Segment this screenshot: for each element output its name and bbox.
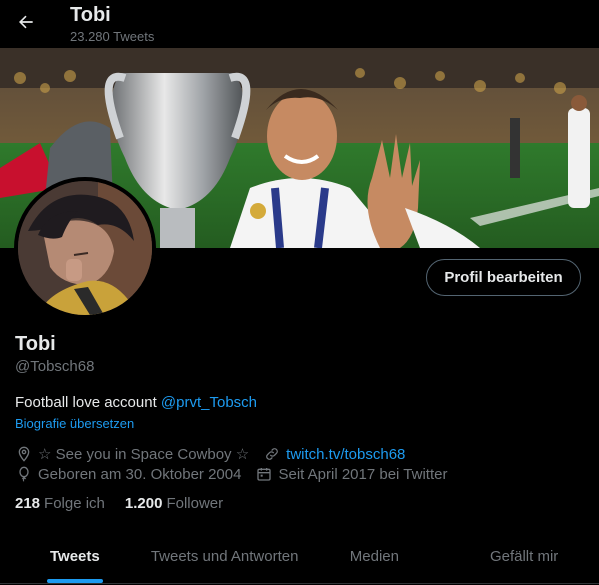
arrow-left-icon: [19, 15, 33, 29]
followers-link[interactable]: 1.200 Follower: [125, 495, 223, 512]
top-bar: Tobi 23.280 Tweets: [0, 0, 599, 48]
link-icon: [263, 445, 281, 463]
tab-media[interactable]: Medien: [300, 530, 450, 583]
tweet-count: 23.280 Tweets: [70, 29, 155, 44]
bio-mention-link[interactable]: @prvt_Tobsch: [161, 394, 257, 411]
website-link[interactable]: twitch.tv/tobsch68: [286, 446, 405, 463]
tab-tweets[interactable]: Tweets: [0, 530, 150, 583]
profile-meta-row-1: ☆ See you in Space Cowboy ☆ twitch.tv/to…: [15, 445, 419, 463]
tab-tweets-and-replies[interactable]: Tweets und Antworten: [150, 530, 300, 583]
profile-tabs: Tweets Tweets und Antworten Medien Gefäl…: [0, 530, 599, 584]
profile-bio: Football love account @prvt_Tobsch: [15, 394, 257, 411]
header-title: Tobi: [70, 4, 111, 26]
following-link[interactable]: 218 Folge ich: [15, 495, 105, 512]
calendar-icon: [255, 465, 273, 483]
followers-label: Follower: [166, 495, 224, 512]
followers-count: 1.200: [124, 495, 163, 512]
location-text: ☆ See you in Space Cowboy ☆: [38, 446, 250, 463]
bio-text: Football love account: [15, 394, 161, 411]
profile-avatar[interactable]: [14, 177, 156, 319]
following-count: 218: [15, 495, 41, 512]
following-label: Folge ich: [44, 495, 105, 512]
profile-location: ☆ See you in Space Cowboy ☆: [15, 445, 249, 463]
avatar-image: [18, 181, 152, 315]
profile-handle: @Tobsch68: [15, 358, 95, 375]
translate-bio-link[interactable]: Biografie übersetzen: [15, 416, 134, 431]
profile-website: twitch.tv/tobsch68: [263, 445, 405, 463]
birthday-balloon-icon: [15, 465, 33, 483]
tab-likes[interactable]: Gefällt mir: [449, 530, 599, 583]
profile-name: Tobi: [15, 333, 56, 355]
location-pin-icon: [15, 445, 33, 463]
profile-joined: Seit April 2017 bei Twitter: [255, 465, 447, 483]
joined-text: Seit April 2017 bei Twitter: [278, 465, 448, 483]
follow-stats: 218 Folge ich 1.200 Follower: [15, 495, 243, 512]
birthday-text: Geboren am 30. Oktober 2004: [38, 465, 242, 483]
profile-birthday: Geboren am 30. Oktober 2004: [15, 465, 241, 483]
profile-meta-row-2: Geboren am 30. Oktober 2004 Seit April 2…: [15, 465, 461, 483]
back-button[interactable]: [12, 8, 40, 36]
edit-profile-button[interactable]: Profil bearbeiten: [426, 259, 581, 296]
